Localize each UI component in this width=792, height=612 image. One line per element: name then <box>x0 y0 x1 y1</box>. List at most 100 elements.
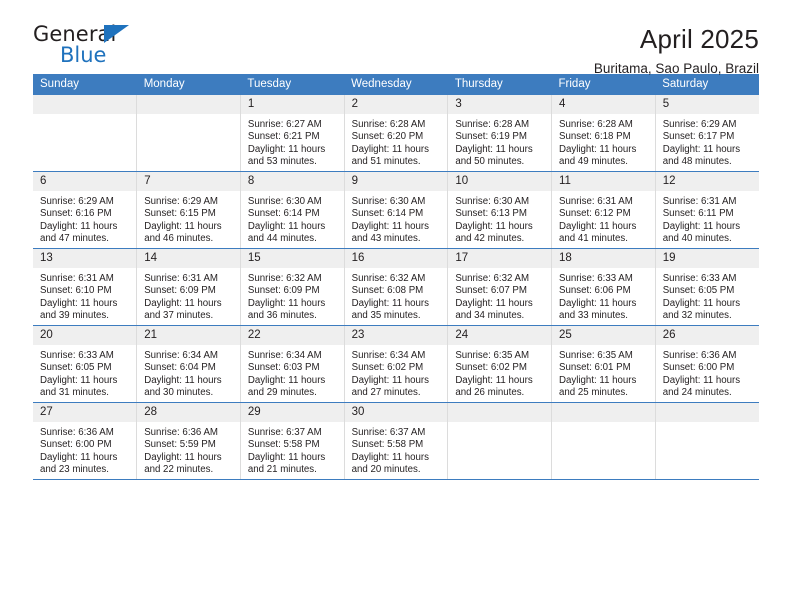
day-cell[interactable]: 30 Sunrise: 6:37 AM Sunset: 5:58 PM Dayl… <box>344 402 449 480</box>
day-cell[interactable]: 23 Sunrise: 6:34 AM Sunset: 6:02 PM Dayl… <box>344 325 449 403</box>
daylight-text-line2: and 36 minutes. <box>247 310 317 322</box>
calendar-week-row: 20 Sunrise: 6:33 AM Sunset: 6:05 PM Dayl… <box>33 325 759 403</box>
daylight-text-line2: and 43 minutes. <box>351 233 421 245</box>
daylight-text-line1: Daylight: 11 hours <box>662 297 741 309</box>
daylight-text-line1: Daylight: 11 hours <box>351 451 429 463</box>
day-cell[interactable]: 24 Sunrise: 6:35 AM Sunset: 6:02 PM Dayl… <box>447 325 553 403</box>
day-cell[interactable]: 13 Sunrise: 6:31 AM Sunset: 6:10 PM Dayl… <box>33 248 138 326</box>
sunset-text: Sunset: 6:05 PM <box>662 285 735 297</box>
daylight-text-line2: and 42 minutes. <box>455 233 525 245</box>
day-cell[interactable]: 18 Sunrise: 6:33 AM Sunset: 6:06 PM Dayl… <box>551 248 656 326</box>
logo-triangle-icon <box>104 25 129 43</box>
day-details: Sunrise: 6:28 AM Sunset: 6:20 PM Dayligh… <box>345 114 448 169</box>
daylight-text-line2: and 37 minutes. <box>144 310 214 322</box>
sunset-text: Sunset: 6:02 PM <box>351 362 424 374</box>
day-cell[interactable]: 3 Sunrise: 6:28 AM Sunset: 6:19 PM Dayli… <box>447 95 553 172</box>
day-details: Sunrise: 6:33 AM Sunset: 6:06 PM Dayligh… <box>552 268 655 323</box>
daylight-text-line2: and 22 minutes. <box>144 464 214 476</box>
sunset-text: Sunset: 5:58 PM <box>247 439 320 451</box>
day-cell[interactable]: 7 Sunrise: 6:29 AM Sunset: 6:15 PM Dayli… <box>136 171 241 249</box>
daylight-text-line2: and 48 minutes. <box>662 156 732 168</box>
day-cell[interactable]: 16 Sunrise: 6:32 AM Sunset: 6:08 PM Dayl… <box>344 248 449 326</box>
daylight-text-line2: and 25 minutes. <box>559 387 628 399</box>
day-details: Sunrise: 6:35 AM Sunset: 6:01 PM Dayligh… <box>552 345 655 400</box>
day-details: Sunrise: 6:36 AM Sunset: 6:00 PM Dayligh… <box>33 422 136 477</box>
day-details: Sunrise: 6:32 AM Sunset: 6:09 PM Dayligh… <box>241 268 344 323</box>
daylight-text-line2: and 46 minutes. <box>144 233 214 245</box>
day-cell[interactable]: 25 Sunrise: 6:35 AM Sunset: 6:01 PM Dayl… <box>551 325 656 403</box>
daylight-text-line1: Daylight: 11 hours <box>247 451 326 463</box>
day-details: Sunrise: 6:30 AM Sunset: 6:13 PM Dayligh… <box>448 191 551 246</box>
day-cell[interactable]: 1 Sunrise: 6:27 AM Sunset: 6:21 PM Dayli… <box>240 95 345 172</box>
day-cell[interactable]: 12 Sunrise: 6:31 AM Sunset: 6:11 PM Dayl… <box>655 171 759 249</box>
day-cell[interactable]: 11 Sunrise: 6:31 AM Sunset: 6:12 PM Dayl… <box>551 171 656 249</box>
sunrise-text: Sunrise: 6:27 AM <box>247 119 322 130</box>
day-cell[interactable]: 9 Sunrise: 6:30 AM Sunset: 6:14 PM Dayli… <box>344 171 449 249</box>
sunrise-text: Sunrise: 6:34 AM <box>144 350 218 361</box>
day-number <box>137 95 240 114</box>
sunrise-text: Sunrise: 6:37 AM <box>247 427 322 438</box>
daylight-text-line1: Daylight: 11 hours <box>247 297 326 309</box>
day-number: 30 <box>344 403 448 422</box>
daylight-text-line1: Daylight: 11 hours <box>455 143 533 155</box>
daylight-text-line1: Daylight: 11 hours <box>247 220 326 232</box>
day-cell[interactable]: 4 Sunrise: 6:28 AM Sunset: 6:18 PM Dayli… <box>551 95 656 172</box>
day-cell-empty <box>33 95 138 172</box>
calendar-page: General Blue April 2025 Buritama, Sao Pa… <box>0 0 792 612</box>
sunrise-text: Sunrise: 6:30 AM <box>455 196 530 207</box>
logo-text-blue: Blue <box>60 43 107 67</box>
day-details: Sunrise: 6:31 AM Sunset: 6:10 PM Dayligh… <box>33 268 136 323</box>
daylight-text-line1: Daylight: 11 hours <box>559 374 637 386</box>
sunrise-text: Sunrise: 6:30 AM <box>247 196 322 207</box>
daylight-text-line2: and 53 minutes. <box>247 156 317 168</box>
general-blue-logo: General Blue <box>33 22 163 70</box>
calendar-body: 1 Sunrise: 6:27 AM Sunset: 6:21 PM Dayli… <box>33 95 759 480</box>
day-cell[interactable]: 26 Sunrise: 6:36 AM Sunset: 6:00 PM Dayl… <box>655 325 759 403</box>
day-number: 3 <box>448 95 552 114</box>
daylight-text-line1: Daylight: 11 hours <box>144 451 222 463</box>
page-header: General Blue April 2025 Buritama, Sao Pa… <box>33 0 759 76</box>
sunrise-text: Sunrise: 6:32 AM <box>455 273 530 284</box>
daylight-text-line1: Daylight: 11 hours <box>351 143 429 155</box>
day-cell[interactable]: 2 Sunrise: 6:28 AM Sunset: 6:20 PM Dayli… <box>344 95 449 172</box>
day-details: Sunrise: 6:29 AM Sunset: 6:15 PM Dayligh… <box>137 191 240 246</box>
day-number <box>33 95 137 114</box>
day-cell[interactable]: 29 Sunrise: 6:37 AM Sunset: 5:58 PM Dayl… <box>240 402 345 480</box>
day-number: 14 <box>137 249 240 268</box>
sunset-text: Sunset: 6:15 PM <box>144 208 216 220</box>
day-cell[interactable]: 10 Sunrise: 6:30 AM Sunset: 6:13 PM Dayl… <box>447 171 553 249</box>
day-cell[interactable]: 6 Sunrise: 6:29 AM Sunset: 6:16 PM Dayli… <box>33 171 138 249</box>
daylight-text-line2: and 32 minutes. <box>662 310 732 322</box>
daylight-text-line1: Daylight: 11 hours <box>455 220 533 232</box>
sunrise-text: Sunrise: 6:29 AM <box>40 196 114 207</box>
day-details: Sunrise: 6:30 AM Sunset: 6:14 PM Dayligh… <box>241 191 344 246</box>
day-number: 27 <box>33 403 137 422</box>
day-cell[interactable]: 22 Sunrise: 6:34 AM Sunset: 6:03 PM Dayl… <box>240 325 345 403</box>
daylight-text-line1: Daylight: 11 hours <box>144 297 222 309</box>
day-number: 16 <box>344 249 448 268</box>
day-cell[interactable]: 28 Sunrise: 6:36 AM Sunset: 5:59 PM Dayl… <box>136 402 241 480</box>
weekday-header-tuesday: Tuesday <box>240 74 345 95</box>
day-cell[interactable]: 14 Sunrise: 6:31 AM Sunset: 6:09 PM Dayl… <box>136 248 241 326</box>
sunrise-text: Sunrise: 6:28 AM <box>351 119 426 130</box>
sunrise-text: Sunrise: 6:36 AM <box>662 350 737 361</box>
day-cell[interactable]: 8 Sunrise: 6:30 AM Sunset: 6:14 PM Dayli… <box>240 171 345 249</box>
day-cell[interactable]: 21 Sunrise: 6:34 AM Sunset: 6:04 PM Dayl… <box>136 325 241 403</box>
sunrise-text: Sunrise: 6:35 AM <box>559 350 633 361</box>
sunrise-text: Sunrise: 6:29 AM <box>144 196 218 207</box>
day-cell[interactable]: 5 Sunrise: 6:29 AM Sunset: 6:17 PM Dayli… <box>655 95 759 172</box>
day-cell[interactable]: 27 Sunrise: 6:36 AM Sunset: 6:00 PM Dayl… <box>33 402 138 480</box>
day-cell[interactable]: 15 Sunrise: 6:32 AM Sunset: 6:09 PM Dayl… <box>240 248 345 326</box>
day-number: 6 <box>33 172 137 191</box>
daylight-text-line2: and 27 minutes. <box>351 387 421 399</box>
daylight-text-line2: and 34 minutes. <box>455 310 525 322</box>
day-details <box>33 114 136 119</box>
day-cell[interactable]: 17 Sunrise: 6:32 AM Sunset: 6:07 PM Dayl… <box>447 248 553 326</box>
sunset-text: Sunset: 6:02 PM <box>455 362 527 374</box>
page-title: April 2025 <box>639 24 759 54</box>
sunset-text: Sunset: 6:17 PM <box>662 131 735 143</box>
sunrise-text: Sunrise: 6:35 AM <box>455 350 530 361</box>
day-cell[interactable]: 20 Sunrise: 6:33 AM Sunset: 6:05 PM Dayl… <box>33 325 138 403</box>
day-cell[interactable]: 19 Sunrise: 6:33 AM Sunset: 6:05 PM Dayl… <box>655 248 759 326</box>
sunset-text: Sunset: 6:10 PM <box>40 285 112 297</box>
